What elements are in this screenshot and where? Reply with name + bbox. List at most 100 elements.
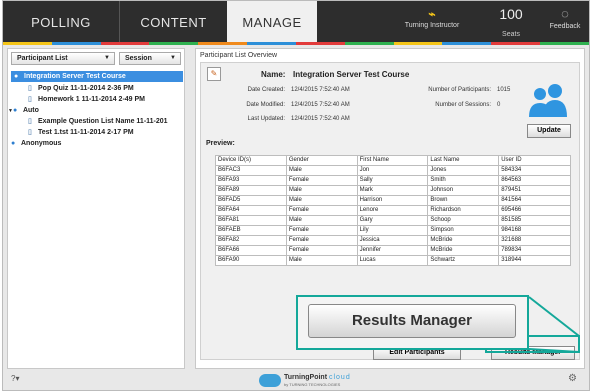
tree-item-course[interactable]: ● Integration Server Test Course [11, 71, 183, 82]
table-row[interactable]: B6FA90 Male Lucas Schwartz 318944 [215, 255, 571, 266]
tree-item-session[interactable]: ▯ Test 1.tst 11-11-2014 2-17 PM [28, 127, 134, 138]
table-row[interactable]: B6FA64 Female Lenore Richardson 695466 [215, 205, 571, 216]
table-row[interactable]: B6FAD5 Male Harrison Brown 841564 [215, 195, 571, 206]
table-cell: Simpson [427, 225, 500, 236]
dropdown-value: Participant List [17, 55, 68, 62]
document-icon: ▯ [28, 118, 32, 125]
color-strip-segment [3, 42, 52, 45]
tab-manage[interactable]: MANAGE [227, 1, 317, 44]
table-cell: B6FA64 [215, 205, 287, 216]
table-cell: Schwartz [427, 255, 500, 266]
feedback-button[interactable]: ◌ Feedback [541, 5, 589, 30]
tree-item-label: Integration Server Test Course [24, 73, 126, 80]
participants-value: 1015 [497, 87, 511, 93]
color-strip-segment [393, 42, 443, 45]
sidebar: Participant List ▼ Session ▼ ● Integratio… [7, 48, 185, 369]
edit-pencil-button[interactable]: ✎ [207, 67, 221, 81]
color-strip-segment [442, 42, 492, 45]
users-icon: ● [14, 73, 19, 80]
color-strip-segment [344, 42, 394, 45]
tree-item-anonymous[interactable]: ● Anonymous [11, 138, 61, 149]
color-strip-segment [491, 42, 541, 45]
logo-subtext: by TURNING TECHNOLOGIES [284, 381, 341, 387]
table-cell: McBride [427, 235, 500, 246]
column-header[interactable]: Last Name [427, 155, 500, 166]
table-cell: Female [285, 225, 358, 236]
logo-text: TurningPoint [284, 373, 328, 381]
table-cell: 841564 [498, 195, 571, 206]
tree-item-label: Pop Quiz 11-11-2014 2-36 PM [38, 85, 134, 92]
table-cell: Johnson [427, 185, 500, 196]
table-cell: B6FA93 [215, 175, 287, 186]
table-cell: B6FA90 [215, 255, 287, 266]
table-cell: Male [285, 165, 358, 176]
instructor-label: Turning Instructor [404, 22, 460, 29]
column-header[interactable]: First Name [356, 155, 429, 166]
tree-item-session[interactable]: ▯ Homework 1 11-11-2014 2-49 PM [28, 94, 145, 105]
feedback-label: Feedback [549, 23, 581, 30]
overview-title: Participant List Overview [200, 52, 278, 59]
table-cell: Jon [356, 165, 429, 176]
table-cell: Male [285, 185, 358, 196]
table-cell: 789834 [498, 245, 571, 256]
table-header-row: Device ID(s) Gender First Name Last Name… [215, 155, 571, 166]
color-strip-segment [247, 42, 296, 45]
table-row[interactable]: B6FAC3 Male Jon Jones 584334 [215, 165, 571, 176]
table-cell: B6FA89 [215, 185, 287, 196]
date-modified-value: 12/4/2015 7:52:40 AM [291, 102, 350, 108]
receiver-icon: ⌁ [428, 7, 436, 21]
users-icon: ● [11, 140, 16, 147]
table-cell: B6FA66 [215, 245, 287, 256]
tree-item-session[interactable]: ▯ Example Question List Name 11-11-201 [28, 116, 168, 127]
name-value: Integration Server Test Course [293, 70, 410, 79]
table-cell: Sally [356, 175, 429, 186]
instructor-button[interactable]: ⌁ Turning Instructor [395, 6, 469, 29]
tree-item-label: Example Question List Name 11-11-201 [38, 118, 168, 125]
table-row[interactable]: B6FA82 Female Jessica McBride 321688 [215, 235, 571, 246]
table-cell: Richardson [427, 205, 500, 216]
table-cell: 584334 [498, 165, 571, 176]
tab-content[interactable]: CONTENT [119, 1, 227, 44]
users-icon [529, 84, 567, 117]
table-cell: Smith [427, 175, 500, 186]
column-header[interactable]: Gender [285, 155, 358, 166]
participants-label: Number of Participants: [428, 87, 491, 93]
table-cell: Brown [427, 195, 500, 206]
tab-polling[interactable]: POLLING [3, 1, 119, 44]
table-cell: B6FA82 [215, 235, 287, 246]
help-icon[interactable]: ?▾ [11, 374, 19, 383]
table-cell: McBride [427, 245, 500, 256]
tree-item-session[interactable]: ▯ Pop Quiz 11-11-2014 2-36 PM [28, 83, 134, 94]
table-cell: B6FA81 [215, 215, 287, 226]
table-cell: Jennifer [356, 245, 429, 256]
table-cell: Lucas [356, 255, 429, 266]
dropdown-value: Session [125, 55, 152, 62]
results-manager-zoom-button[interactable]: Results Manager [308, 304, 516, 338]
update-button[interactable]: Update [527, 124, 571, 138]
users-icon: ● [12, 107, 18, 114]
table-row[interactable]: B6FA89 Male Mark Johnson 879451 [215, 185, 571, 196]
pencil-icon: ✎ [210, 69, 218, 78]
table-cell: 879451 [498, 185, 571, 196]
tree-item-auto[interactable]: ▼● Auto [8, 105, 39, 116]
gear-icon[interactable]: ⚙ [568, 373, 577, 384]
table-row[interactable]: B6FAEB Female Lily Simpson 984168 [215, 225, 571, 236]
table-cell: Male [285, 195, 358, 206]
table-cell: Female [285, 205, 358, 216]
name-label: Name: [261, 70, 286, 79]
table-row[interactable]: B6FA81 Male Gary Schoop 851585 [215, 215, 571, 226]
table-cell: Male [285, 215, 358, 226]
table-row[interactable]: B6FA66 Female Jennifer McBride 789834 [215, 245, 571, 256]
seats-indicator[interactable]: 100 Seats [486, 5, 536, 41]
speech-bubble-icon: ◌ [561, 6, 569, 21]
session-dropdown[interactable]: Session ▼ [119, 52, 181, 65]
table-cell: Lily [356, 225, 429, 236]
table-cell: Schoop [427, 215, 500, 226]
chevron-down-icon: ▼ [170, 55, 176, 61]
participant-list-dropdown[interactable]: Participant List ▼ [11, 52, 115, 65]
table-row[interactable]: B6FA93 Female Sally Smith 864563 [215, 175, 571, 186]
color-strip-segment [51, 42, 101, 45]
table-cell: Harrison [356, 195, 429, 206]
column-header[interactable]: User ID [498, 155, 571, 166]
column-header[interactable]: Device ID(s) [215, 155, 287, 166]
